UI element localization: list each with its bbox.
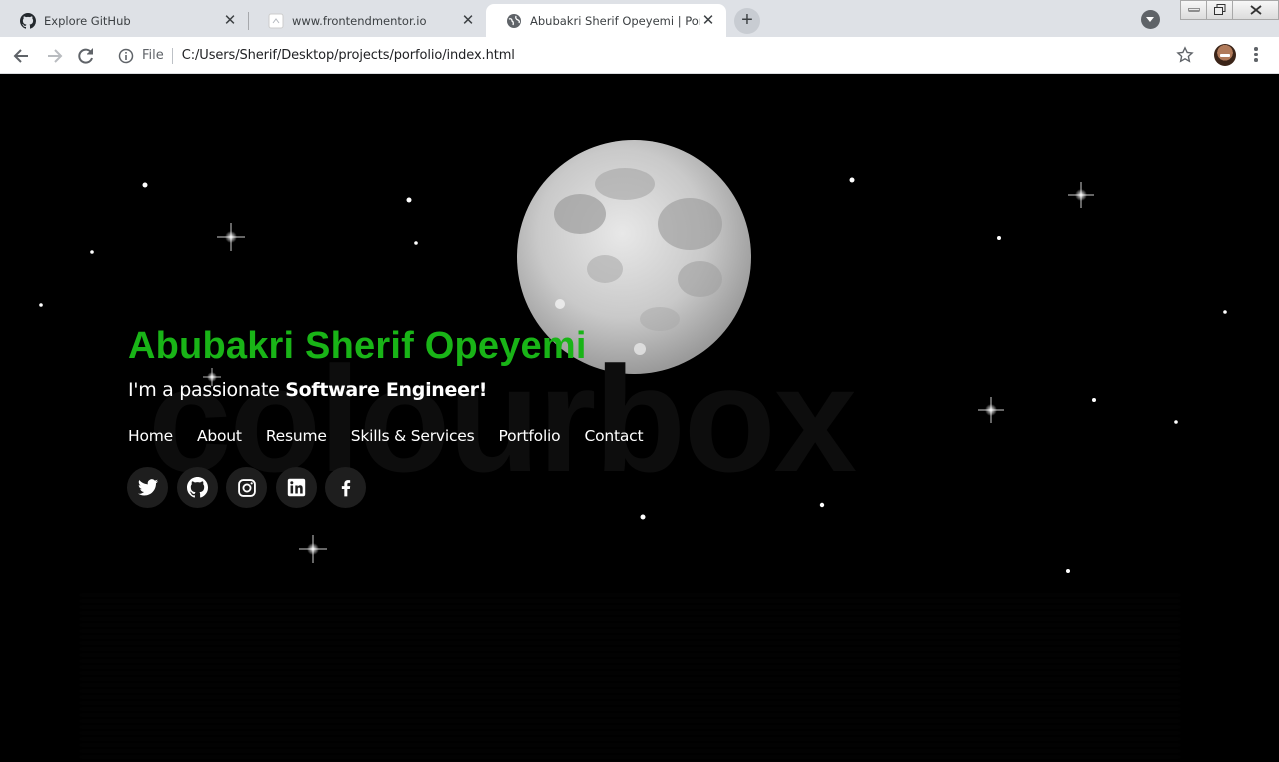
tab-search-icon[interactable] [1141, 10, 1160, 29]
minimize-button[interactable] [1180, 0, 1207, 20]
reload-icon [78, 48, 93, 64]
tab-portfolio-active[interactable]: Abubakri Sherif Opeyemi | Portfolio ✕ [486, 4, 726, 37]
nav-skills-services[interactable]: Skills & Services [351, 427, 475, 445]
tab-title: Explore GitHub [44, 13, 131, 28]
github-icon [186, 477, 208, 498]
address-bar[interactable]: File C:/Users/Sherif/Desktop/projects/po… [108, 40, 1208, 71]
github-icon [20, 12, 36, 29]
twitter-link[interactable] [127, 467, 168, 508]
close-icon [1249, 5, 1262, 15]
tab-close-icon[interactable]: ✕ [222, 12, 238, 29]
instagram-link[interactable] [226, 467, 267, 508]
bookmark-star-icon[interactable] [1176, 46, 1194, 64]
nav-about[interactable]: About [197, 427, 242, 445]
profile-avatar[interactable] [1214, 44, 1236, 66]
scheme-label: File [142, 47, 173, 64]
nav-resume[interactable]: Resume [266, 427, 327, 445]
facebook-icon [341, 479, 350, 496]
hero-name: Abubakri Sherif Opeyemi [128, 325, 587, 367]
new-tab-button[interactable]: + [734, 8, 760, 34]
globe-icon [507, 13, 521, 28]
close-window-button[interactable] [1232, 0, 1279, 20]
nav-home[interactable]: Home [128, 427, 173, 445]
forward-button[interactable] [43, 45, 65, 67]
reload-button[interactable] [75, 45, 97, 67]
browser-toolbar: File C:/Users/Sherif/Desktop/projects/po… [0, 37, 1279, 74]
linkedin-link[interactable] [275, 467, 317, 508]
social-links [127, 467, 375, 508]
info-icon[interactable] [118, 48, 134, 64]
facebook-link[interactable] [325, 467, 366, 508]
main-nav: Home About Resume Skills & Services Port… [128, 427, 667, 445]
tab-title: Abubakri Sherif Opeyemi | Portfolio [530, 13, 700, 28]
nav-portfolio[interactable]: Portfolio [498, 427, 560, 445]
instagram-icon [237, 478, 256, 497]
browser-menu-icon[interactable] [1253, 47, 1259, 65]
restore-button[interactable] [1206, 0, 1233, 20]
tagline-emphasis: Software Engineer! [285, 379, 488, 401]
portfolio-page: colourbox Abubakri Sherif Opeyemi I'm a … [0, 74, 1279, 762]
page-icon [268, 13, 284, 28]
tab-close-icon[interactable]: ✕ [460, 12, 476, 29]
hero-tagline: I'm a passionate Software Engineer! [128, 379, 487, 401]
tab-strip: Explore GitHub ✕ www.frontendmentor.io ✕… [0, 0, 1279, 37]
tab-frontendmentor[interactable]: www.frontendmentor.io ✕ [248, 4, 486, 37]
tab-close-icon[interactable]: ✕ [700, 12, 716, 29]
arrow-left-icon [13, 49, 28, 63]
window-controls [1180, 0, 1279, 22]
arrow-right-icon [48, 49, 63, 63]
github-link[interactable] [176, 467, 218, 508]
back-button[interactable] [11, 45, 33, 67]
twitter-icon [137, 478, 158, 496]
tab-title: www.frontendmentor.io [292, 13, 427, 28]
nav-contact[interactable]: Contact [584, 427, 643, 445]
water-reflection [80, 594, 1180, 762]
tagline-prefix: I'm a passionate [128, 379, 286, 401]
tab-explore-github[interactable]: Explore GitHub ✕ [0, 4, 248, 37]
minimize-icon [1188, 8, 1199, 12]
url-text[interactable]: C:/Users/Sherif/Desktop/projects/porfoli… [182, 48, 515, 63]
linkedin-icon [287, 478, 305, 497]
restore-icon [1213, 4, 1225, 15]
